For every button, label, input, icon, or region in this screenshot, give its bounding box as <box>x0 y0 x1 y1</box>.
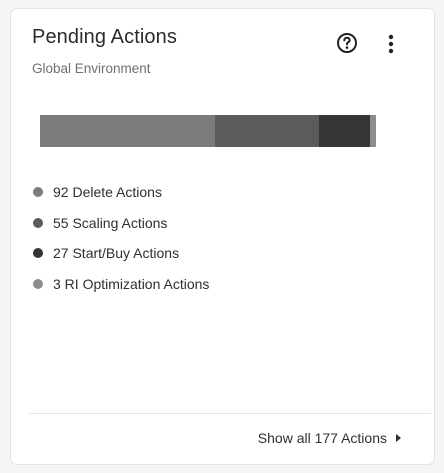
bar-segment[interactable] <box>214 115 320 147</box>
show-all-actions-label: Show all 177 Actions <box>257 430 387 446</box>
legend-dot-icon <box>33 248 43 259</box>
bar-segment[interactable] <box>319 115 371 147</box>
card-title: Pending Actions <box>32 26 177 48</box>
legend-label: 3 RI Optimization Actions <box>53 275 210 292</box>
card-subtitle: Global Environment <box>32 61 151 76</box>
legend-item[interactable]: 92 Delete Actions <box>33 177 209 208</box>
more-vertical-icon[interactable] <box>387 33 395 55</box>
legend-dot-icon <box>33 278 43 289</box>
bar-segment[interactable] <box>370 115 376 147</box>
actions-stacked-bar <box>40 115 376 147</box>
footer-divider <box>29 413 431 414</box>
bar-segment[interactable] <box>40 115 215 147</box>
legend-dot-icon <box>33 217 43 228</box>
legend-item[interactable]: 27 Start/Buy Actions <box>33 238 209 269</box>
help-circle-icon[interactable] <box>336 32 358 54</box>
legend-label: 27 Start/Buy Actions <box>53 245 180 262</box>
legend-label: 92 Delete Actions <box>53 184 162 201</box>
legend-dot-icon <box>33 187 43 198</box>
legend-item[interactable]: 55 Scaling Actions <box>33 208 209 239</box>
legend-label: 55 Scaling Actions <box>53 214 168 231</box>
actions-legend: 92 Delete Actions 55 Scaling Actions 27 St… <box>33 177 209 299</box>
pending-actions-card: Pending Actions Global Environment 92 De… <box>10 8 435 465</box>
show-all-actions-link[interactable]: Show all 177 Actions <box>258 430 401 446</box>
legend-item[interactable]: 3 RI Optimization Actions <box>33 269 209 300</box>
caret-right-icon <box>396 434 401 442</box>
